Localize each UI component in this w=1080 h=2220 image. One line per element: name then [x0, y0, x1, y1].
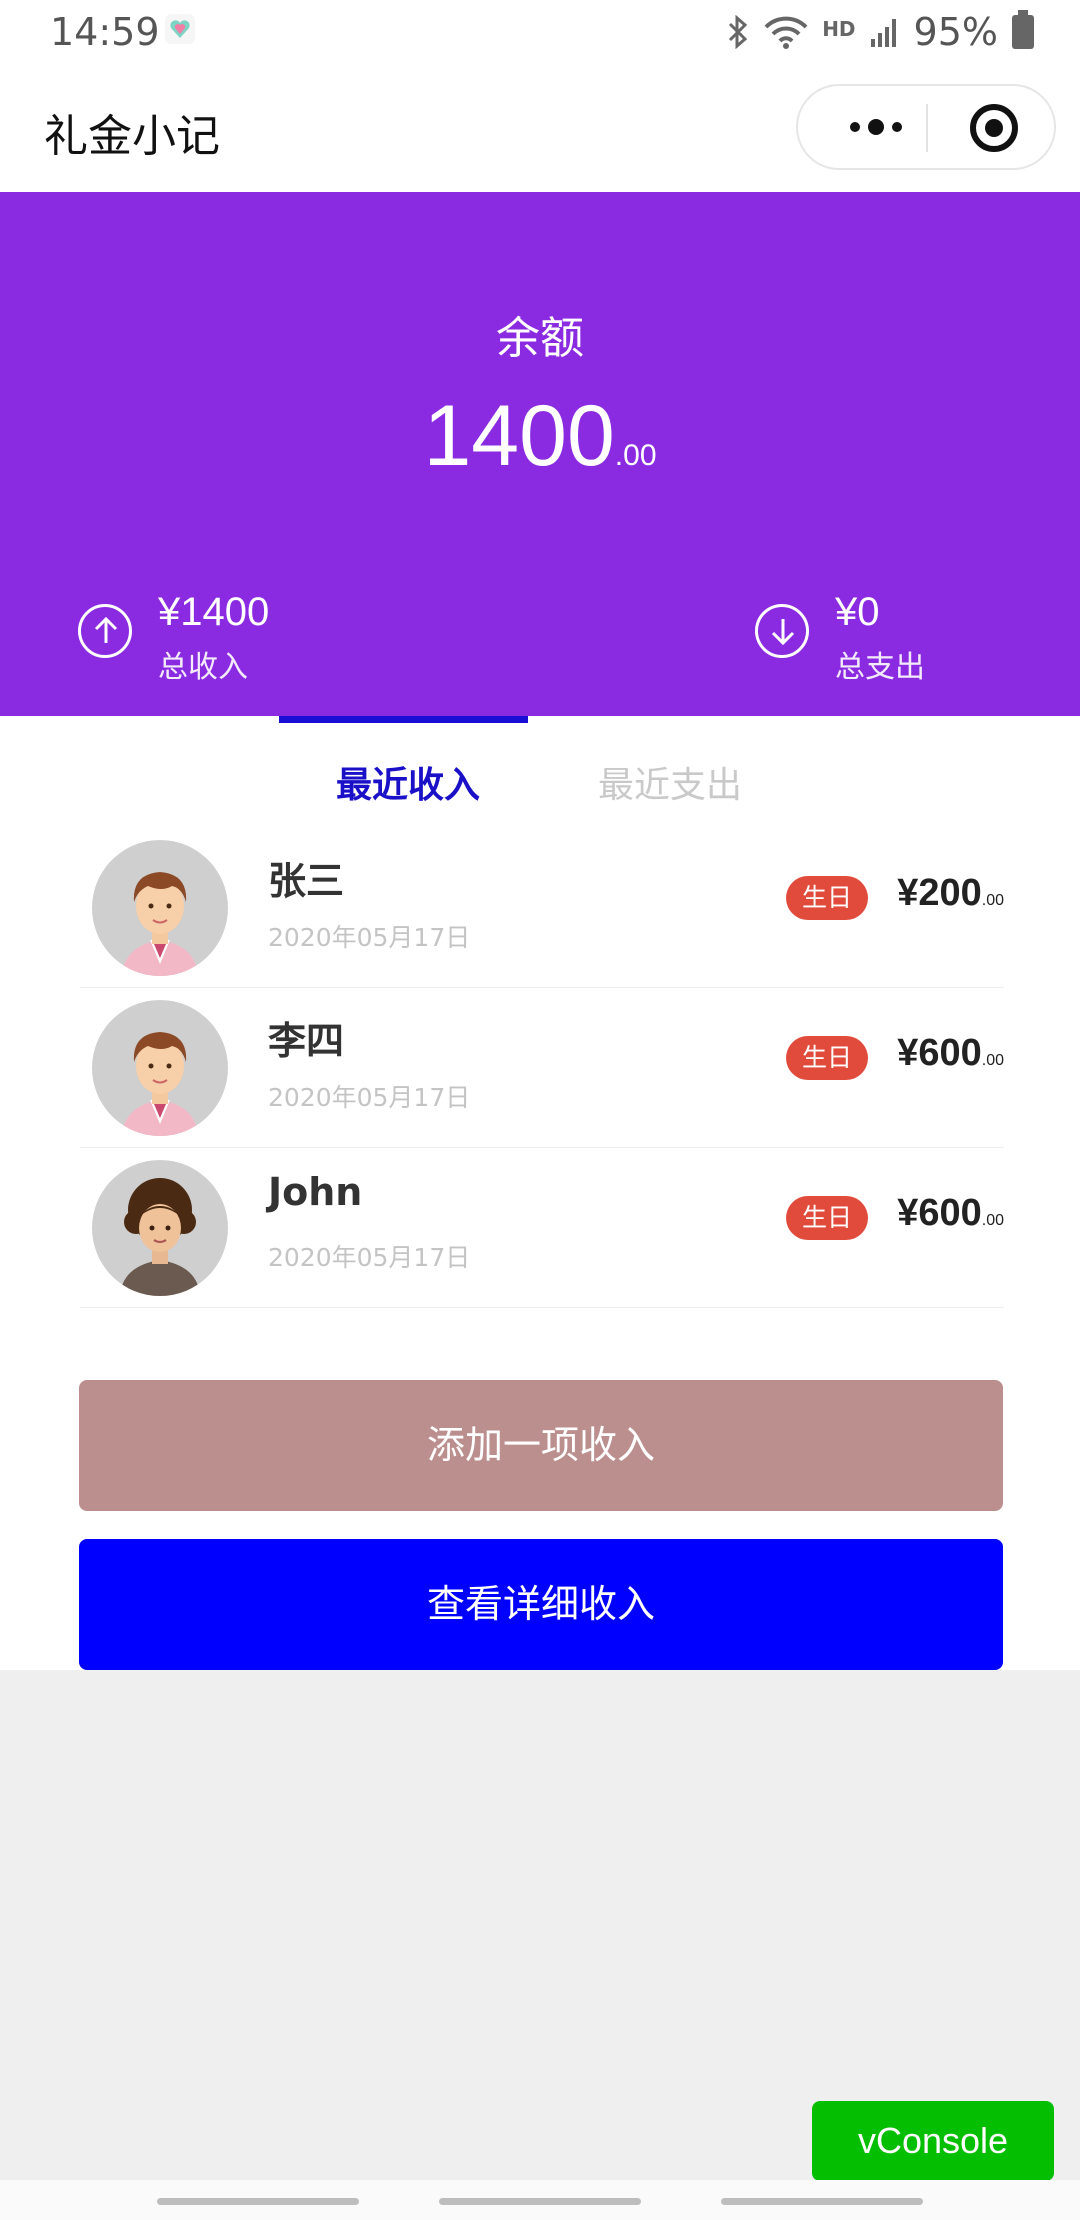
record-tag: 生日 — [786, 1196, 868, 1240]
battery-percent: 95% — [913, 10, 998, 54]
arrow-up-circle-icon — [78, 604, 132, 658]
balance-label: 余额 — [496, 313, 584, 364]
page: 14:59 HD 95% 礼金小记 余额 1400.00 ¥1400 总收入 ¥… — [0, 0, 1080, 2220]
tab-recent-expense[interactable]: 最近支出 — [598, 756, 742, 808]
record-amount: ¥600.00 — [897, 1192, 1004, 1235]
battery-icon — [1012, 10, 1034, 49]
view-income-details-button[interactable]: 查看详细收入 — [79, 1539, 1003, 1670]
balance-summary: 余额 1400.00 ¥1400 总收入 ¥0 总支出 — [0, 192, 1080, 716]
record-amount-integer: ¥600 — [897, 1192, 982, 1234]
record-amount-decimal: .00 — [981, 1212, 1004, 1229]
main-content: 最近收入 最近支出 张三 2020年05月17日 生日 ¥200.00 李四 2… — [0, 716, 1080, 1670]
record-list: 张三 2020年05月17日 生日 ¥200.00 李四 2020年05月17日… — [80, 828, 1004, 1308]
list-item[interactable]: John 2020年05月17日 生日 ¥600.00 — [80, 1148, 1004, 1308]
capsule-menu — [796, 84, 1056, 170]
app-title: 礼金小记 — [44, 111, 220, 162]
total-expense-value: ¥0 — [835, 590, 880, 634]
status-icons: HD 95% — [726, 10, 1034, 54]
list-item[interactable]: 李四 2020年05月17日 生日 ¥600.00 — [80, 988, 1004, 1148]
bluetooth-icon — [729, 15, 748, 49]
record-date: 2020年05月17日 — [268, 1243, 471, 1272]
vconsole-button[interactable]: vConsole — [812, 2101, 1054, 2181]
record-amount-integer: ¥600 — [897, 1032, 982, 1074]
record-amount: ¥200.00 — [897, 872, 1004, 915]
gesture-line — [721, 2198, 923, 2205]
man-avatar — [92, 840, 228, 976]
more-dot — [850, 122, 860, 132]
tab-recent-income[interactable]: 最近收入 — [336, 756, 480, 808]
record-amount: ¥600.00 — [897, 1032, 1004, 1075]
balance-decimal: .00 — [614, 439, 657, 472]
more-dot — [868, 119, 884, 135]
record-name: 张三 — [268, 859, 345, 903]
navigation-bar: 礼金小记 — [0, 64, 1080, 192]
record-tag: 生日 — [786, 876, 868, 920]
balance-amount: 1400.00 — [0, 387, 1080, 486]
curly-hair-avatar — [92, 1160, 228, 1296]
total-expense-label: 总支出 — [835, 650, 925, 685]
tab-active-indicator — [279, 716, 528, 723]
total-income-value: ¥1400 — [158, 590, 270, 634]
balance-integer: 1400 — [423, 388, 615, 484]
capsule-divider — [926, 104, 928, 152]
close-mini-program-icon[interactable] — [970, 104, 1018, 152]
record-name: 李四 — [268, 1019, 345, 1063]
status-time: 14:59 — [50, 10, 160, 54]
record-amount-decimal: .00 — [981, 892, 1004, 909]
record-date: 2020年05月17日 — [268, 1083, 471, 1112]
record-name: John — [268, 1170, 363, 1214]
arrow-down-circle-icon — [755, 604, 809, 658]
status-bar: 14:59 HD 95% — [0, 0, 1080, 64]
network-label: HD — [822, 17, 856, 41]
heart-icon — [165, 14, 195, 44]
total-income-label: 总收入 — [158, 650, 248, 685]
record-date: 2020年05月17日 — [268, 923, 471, 952]
more-dot — [892, 122, 902, 132]
add-income-button[interactable]: 添加一项收入 — [79, 1380, 1003, 1511]
list-item[interactable]: 张三 2020年05月17日 生日 ¥200.00 — [80, 828, 1004, 988]
record-tag: 生日 — [786, 1036, 868, 1080]
gesture-line — [439, 2198, 641, 2205]
man-avatar — [92, 1000, 228, 1136]
gesture-line — [157, 2198, 359, 2205]
record-amount-integer: ¥200 — [897, 872, 982, 914]
more-icon[interactable] — [826, 86, 926, 168]
gesture-bar — [0, 2180, 1080, 2220]
wifi-icon — [764, 16, 808, 49]
signal-icon — [870, 19, 896, 47]
record-amount-decimal: .00 — [981, 1052, 1004, 1069]
